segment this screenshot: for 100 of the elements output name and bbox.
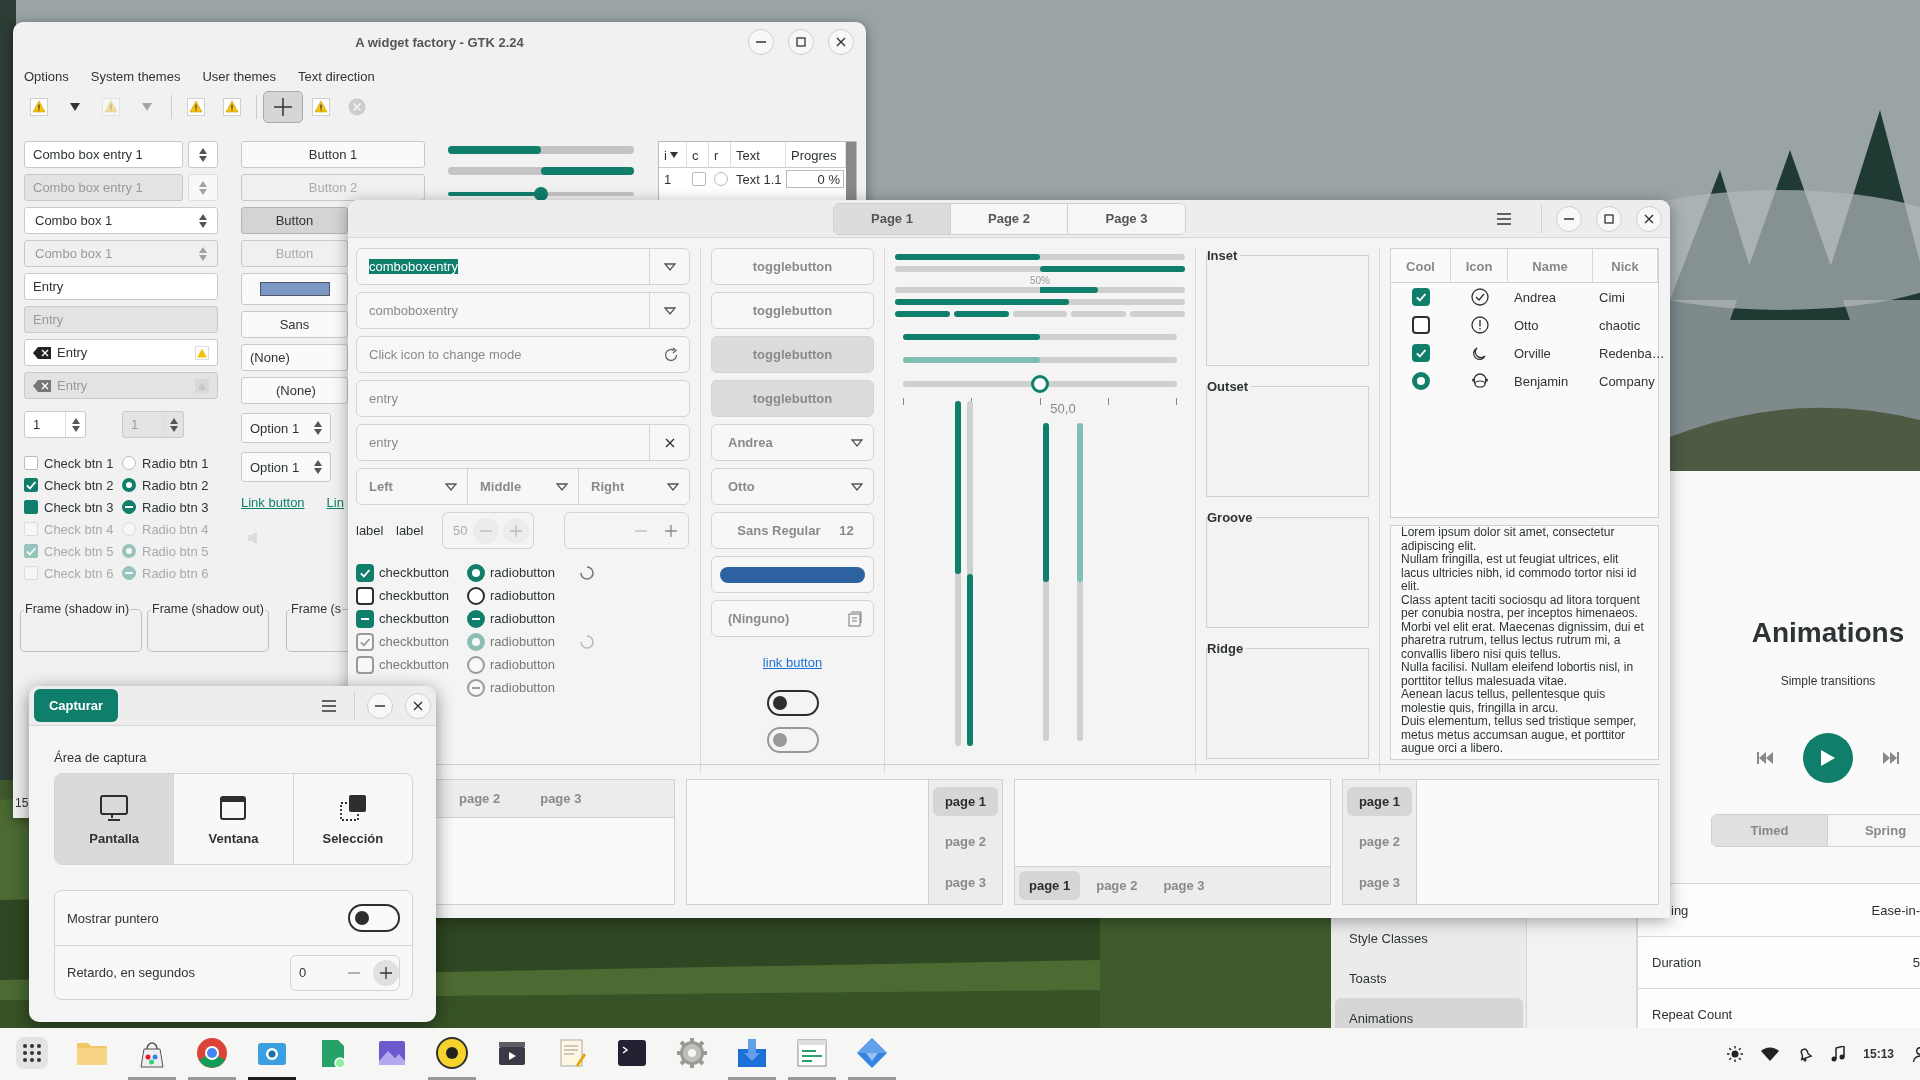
checkbox[interactable] xyxy=(1412,288,1430,306)
tab[interactable]: Page 2 xyxy=(951,203,1068,234)
close-button[interactable] xyxy=(828,29,854,55)
tab[interactable]: page 2 xyxy=(1347,827,1412,857)
combo-entry-field[interactable]: Combo box entry 1 xyxy=(24,141,183,168)
tab[interactable]: Page 1 xyxy=(834,203,951,234)
menu-item[interactable]: System themes xyxy=(90,68,181,84)
wifi-icon[interactable] xyxy=(1761,1047,1780,1061)
radio-button[interactable] xyxy=(467,563,485,582)
radio-button[interactable] xyxy=(714,172,728,186)
tab[interactable]: page 1 xyxy=(1019,871,1081,900)
minimize-button[interactable] xyxy=(748,29,774,55)
sidebar-item[interactable]: Animations xyxy=(1335,998,1523,1028)
tab[interactable]: page 1 xyxy=(933,786,998,816)
minimize-button[interactable] xyxy=(367,692,393,719)
slider[interactable] xyxy=(903,357,1177,363)
radio-button[interactable] xyxy=(122,478,136,492)
push-button[interactable]: Button 1 xyxy=(241,141,425,168)
tab[interactable]: Page 3 xyxy=(1068,203,1185,234)
dropdown[interactable]: Otto xyxy=(711,468,874,505)
tab[interactable]: page 1 xyxy=(1347,786,1412,816)
menu-item[interactable]: Text direction xyxy=(298,68,375,84)
radio-button[interactable] xyxy=(122,456,136,470)
combo-box[interactable]: Combo box 1 xyxy=(24,207,218,234)
spin-field[interactable] xyxy=(564,512,689,549)
checkbox[interactable] xyxy=(692,172,706,186)
toggle-button[interactable]: togglebutton xyxy=(711,292,874,329)
column-header[interactable]: r xyxy=(709,142,731,168)
checkbox[interactable] xyxy=(356,586,374,605)
toggle-button[interactable]: togglebutton xyxy=(711,336,874,373)
checkbox[interactable] xyxy=(1412,344,1430,362)
slider-thumb[interactable] xyxy=(534,187,548,201)
color-button[interactable] xyxy=(241,273,348,305)
combo-box[interactable]: (None) xyxy=(241,377,348,404)
toggle-button[interactable]: Pantalla xyxy=(55,774,175,864)
link[interactable]: Link button xyxy=(241,494,305,510)
combo-toggle-button[interactable] xyxy=(188,141,218,168)
radio-button[interactable] xyxy=(467,586,485,605)
clock[interactable]: 15:13 xyxy=(1863,1047,1894,1061)
combo-entry-field[interactable]: comboboxentry xyxy=(356,292,690,329)
play-button[interactable] xyxy=(1803,733,1853,783)
column-header[interactable]: Name xyxy=(1508,249,1593,283)
tab[interactable]: page 3 xyxy=(1153,871,1215,900)
text-view[interactable]: Lorem ipsum dolor sit amet, consectetur adipiscing elit. Nullam fringilla, est ut feugiat ultrices, elit lacus ultricies nibh, id commodo tortor nisi id elit. Class aptent taciti sociosqu ad litora torquent per conubia nostra, per inceptos himenaeos. Morbi vel elit erat. Maecenas dignissim, dui et pharetra rutrum, tellus lectus rutrum mi, a convallis libero nisi quis tellus. Nulla facilisi. Nullam eleifend lobortis nisl, in porttitor tellus malesuada vitae. Aenean lacus tellus, pellentesque quis molestie quis, fringilla in arcu. Duis elementum, tellus sed tristique semper, metus metus accumsan augue, et porttitor augue orci a libero. xyxy=(1390,525,1659,760)
switch[interactable] xyxy=(766,690,819,716)
tab[interactable]: page 2 xyxy=(449,784,511,813)
option-menu[interactable]: Option 1 xyxy=(241,452,331,482)
link[interactable]: link button xyxy=(762,655,823,670)
file-chooser-button[interactable]: (Ninguno) xyxy=(711,600,874,637)
combo-box[interactable]: (None) xyxy=(241,344,348,371)
tab[interactable]: page 3 xyxy=(530,784,592,813)
column-header[interactable]: i xyxy=(659,142,687,168)
checkbox[interactable] xyxy=(24,478,38,492)
column-header[interactable]: Text xyxy=(731,142,786,168)
capture-button[interactable]: Capturar xyxy=(34,689,118,722)
radio-button[interactable] xyxy=(1412,372,1430,390)
toggle-button[interactable]: Selección xyxy=(293,774,412,864)
entry-field[interactable]: Click icon to change mode xyxy=(356,336,690,373)
entry-field[interactable]: Entry xyxy=(24,273,218,300)
radio-button[interactable] xyxy=(467,609,485,628)
checkbox[interactable] xyxy=(24,456,38,470)
toggle-button[interactable]: Spring xyxy=(1828,815,1920,846)
music-icon[interactable] xyxy=(1831,1046,1846,1062)
menu-item[interactable]: Options xyxy=(24,68,69,84)
brightness-icon[interactable] xyxy=(1727,1046,1744,1062)
column-header[interactable]: Icon xyxy=(1451,249,1508,283)
tab[interactable]: page 3 xyxy=(933,868,998,898)
sidebar-item[interactable]: Style Classes xyxy=(1335,918,1523,958)
minimize-button[interactable] xyxy=(1556,205,1582,232)
dropdown[interactable]: Left xyxy=(357,469,468,504)
scrollbar[interactable] xyxy=(846,142,856,200)
tab[interactable]: page 2 xyxy=(933,827,998,857)
checkbox[interactable] xyxy=(356,563,374,582)
vertical-slider[interactable] xyxy=(955,401,961,746)
tab[interactable]: page 2 xyxy=(1086,871,1148,900)
checkbox[interactable] xyxy=(1412,316,1430,334)
entry-field[interactable]: entry xyxy=(356,424,690,461)
close-button[interactable] xyxy=(1636,205,1662,232)
entry-field[interactable]: Entry xyxy=(24,339,218,366)
toolbar-button[interactable] xyxy=(263,91,303,123)
spin-field[interactable]: 1 xyxy=(24,411,86,438)
combo-entry-field[interactable]: comboboxentry xyxy=(356,248,690,285)
toggle-button[interactable]: Timed xyxy=(1712,815,1828,846)
font-button[interactable]: Sans xyxy=(241,311,348,338)
checkbox[interactable] xyxy=(24,500,38,514)
option-menu[interactable]: Option 1 xyxy=(241,413,331,443)
slider-thumb[interactable] xyxy=(1031,375,1049,393)
link[interactable]: Lin xyxy=(326,494,344,510)
maximize-button[interactable] xyxy=(788,29,814,55)
slider[interactable] xyxy=(903,334,1177,340)
entry-field[interactable]: entry xyxy=(356,380,690,417)
vertical-slider[interactable] xyxy=(967,401,973,746)
switch[interactable] xyxy=(348,904,400,932)
sidebar-item[interactable]: Toasts xyxy=(1335,958,1523,998)
skip-forward-button[interactable] xyxy=(1883,752,1899,764)
slider[interactable] xyxy=(903,375,1177,393)
spin-field[interactable]: 0 xyxy=(290,954,400,991)
push-button[interactable]: Button xyxy=(241,207,348,234)
tab[interactable]: page 3 xyxy=(1347,868,1412,898)
toggle-button[interactable]: Ventana xyxy=(174,774,294,864)
